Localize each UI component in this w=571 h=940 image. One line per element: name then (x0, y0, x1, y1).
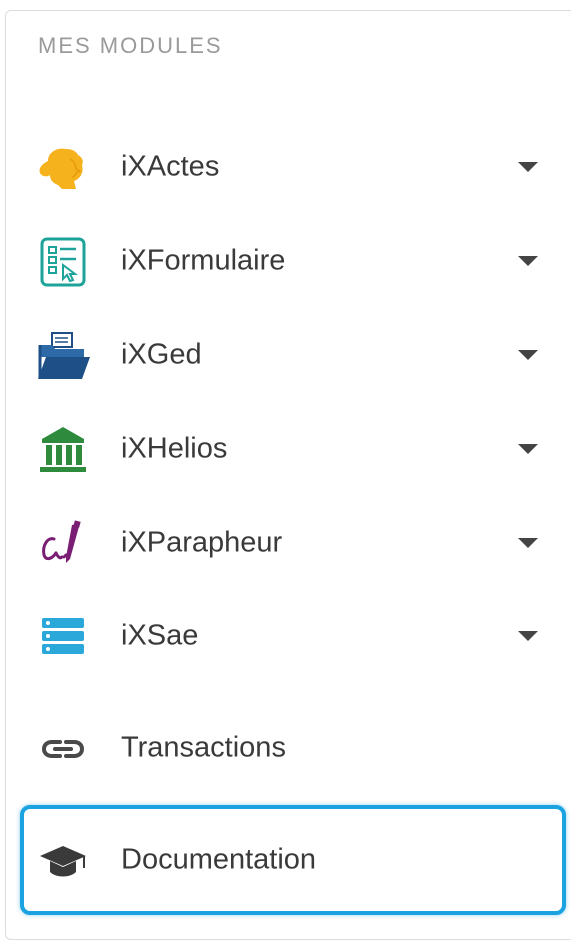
menu-item-documentation[interactable]: Documentation (6, 830, 566, 890)
menu-item-ixactes[interactable]: iXActes (6, 137, 566, 197)
chevron-down-icon[interactable] (518, 256, 538, 266)
chevron-down-icon[interactable] (518, 444, 538, 454)
menu-item-ixparapheur[interactable]: iXParapheur (6, 513, 566, 573)
chevron-down-icon[interactable] (518, 350, 538, 360)
menu-item-ixged[interactable]: iXGed (6, 325, 566, 385)
menu-item-label: iXParapheur (121, 526, 283, 559)
section-title: MES MODULES (38, 33, 223, 58)
server-stack-icon (36, 612, 90, 662)
menu-item-label: iXSae (121, 619, 199, 652)
menu-item-label: iXHelios (121, 432, 228, 465)
folder-open-icon (36, 331, 90, 381)
menu-item-label: Documentation (121, 843, 317, 876)
bank-building-icon (36, 425, 90, 475)
form-checklist-icon (36, 237, 90, 287)
menu-item-ixhelios[interactable]: iXHelios (6, 419, 566, 479)
chevron-down-icon[interactable] (518, 538, 538, 548)
menu-item-label: iXFormulaire (121, 244, 286, 277)
menu-item-label: iXGed (121, 338, 202, 371)
woman-head-icon (36, 143, 90, 193)
graduation-cap-icon (36, 836, 90, 886)
signature-pen-icon (36, 519, 90, 569)
menu-item-label: Transactions (121, 731, 286, 764)
menu-item-transactions[interactable]: Transactions (6, 718, 566, 778)
menu-item-ixsae[interactable]: iXSae (6, 606, 566, 666)
chevron-down-icon[interactable] (518, 631, 538, 641)
menu-item-ixformulaire[interactable]: iXFormulaire (6, 231, 566, 291)
chevron-down-icon[interactable] (518, 162, 538, 172)
link-icon (36, 724, 90, 774)
menu-item-label: iXActes (121, 150, 220, 183)
